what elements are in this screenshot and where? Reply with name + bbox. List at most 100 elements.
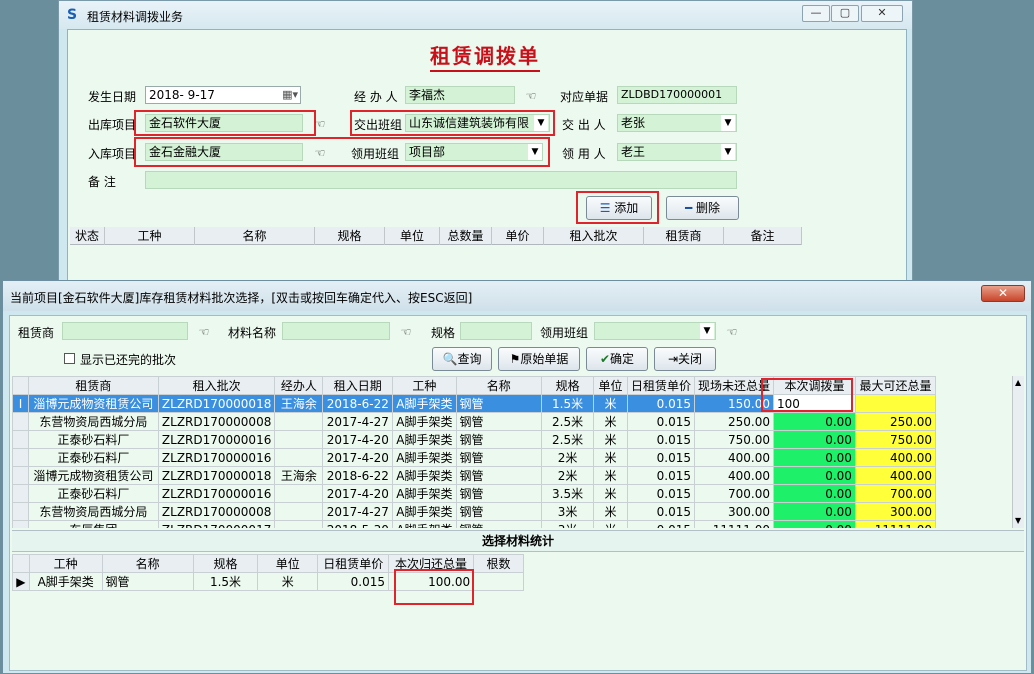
table-cell[interactable]: 0.015: [626, 520, 696, 528]
column-header[interactable]: 备注: [724, 227, 802, 245]
row-marker[interactable]: [12, 502, 29, 521]
table-cell[interactable]: 400.00: [854, 466, 937, 485]
table-cell[interactable]: ZLZRD170000016: [157, 448, 276, 467]
row-marker[interactable]: [12, 466, 29, 485]
table-cell[interactable]: 700.00: [854, 484, 937, 503]
column-header[interactable]: 单位: [385, 227, 440, 245]
table-cell[interactable]: 2018-6-22: [322, 394, 394, 413]
table-cell[interactable]: 淄博元成物资租赁公司: [27, 466, 159, 485]
dialog-close-button[interactable]: ✕: [981, 285, 1025, 302]
table-cell[interactable]: 0.015: [317, 572, 389, 591]
vertical-scrollbar[interactable]: ▲ ▼: [1012, 376, 1024, 528]
ref-field[interactable]: ZLDBD170000001: [617, 86, 737, 104]
table-cell[interactable]: 钢管: [455, 520, 543, 528]
table-cell[interactable]: A脚手架类: [392, 520, 457, 528]
table-cell[interactable]: 米: [593, 502, 628, 521]
minimize-button[interactable]: —: [802, 5, 830, 22]
table-cell[interactable]: 2018-6-22: [322, 466, 394, 485]
show-returned-checkbox[interactable]: [64, 353, 75, 364]
table-cell[interactable]: 2米: [541, 448, 595, 467]
close-button[interactable]: ✕: [861, 5, 903, 22]
hand-person-field[interactable]: 老张: [617, 114, 737, 132]
table-cell[interactable]: 3米: [541, 520, 595, 528]
table-cell[interactable]: A脚手架类: [392, 448, 457, 467]
table-cell[interactable]: 米: [593, 430, 628, 449]
table-row[interactable]: 淄博元成物资租赁公司 ZLZRD170000018 王海余 2018-6-22 A脚手架…: [12, 466, 937, 485]
table-cell[interactable]: A脚手架类: [392, 412, 457, 431]
table-cell[interactable]: 淄博元成物资租赁公司: [27, 394, 159, 413]
table-cell[interactable]: 米: [593, 448, 628, 467]
recv-team-field[interactable]: 项目部: [405, 143, 543, 161]
recv-person-field[interactable]: 老王: [617, 143, 737, 161]
table-cell[interactable]: 东营物资局西城分局: [27, 412, 159, 431]
table-cell[interactable]: 300.00: [694, 502, 775, 521]
column-header[interactable]: 日租赁单价: [317, 554, 389, 573]
table-cell[interactable]: [274, 502, 324, 521]
add-button[interactable]: ☰ 添加: [586, 196, 652, 220]
table-cell[interactable]: [473, 572, 524, 591]
transfer-qty-cell[interactable]: 0.00: [773, 448, 856, 467]
table-row[interactable]: 正泰砂石料厂 ZLZRD170000016 2017-4-20 A脚手架类 钢管 3.5米…: [12, 484, 937, 503]
table-cell[interactable]: ZLZRD170000008: [157, 502, 276, 521]
table-cell[interactable]: 400.00: [694, 448, 775, 467]
table-cell[interactable]: ZLZRD170000018: [157, 466, 276, 485]
spec-input[interactable]: [460, 322, 532, 340]
table-cell[interactable]: 2.5米: [541, 430, 595, 449]
material-input[interactable]: [282, 322, 390, 340]
table-cell[interactable]: A脚手架类: [392, 430, 457, 449]
transfer-qty-cell[interactable]: 0.00: [773, 520, 856, 528]
table-row[interactable]: 东营物资局西城分局 ZLZRD170000008 2017-4-27 A脚手架类 钢管 3…: [12, 502, 937, 521]
table-cell[interactable]: [274, 412, 324, 431]
column-header[interactable]: 规格: [192, 554, 259, 573]
row-marker[interactable]: [12, 430, 29, 449]
table-cell[interactable]: 米: [593, 394, 628, 413]
handler-field[interactable]: 李福杰: [405, 86, 515, 104]
table-cell[interactable]: 2.5米: [541, 412, 595, 431]
table-cell[interactable]: 2017-4-27: [322, 502, 394, 521]
column-header[interactable]: 租赁商: [27, 376, 159, 395]
row-marker[interactable]: [12, 448, 29, 467]
table-cell[interactable]: 0.015: [626, 412, 696, 431]
column-header[interactable]: 租入批次: [544, 227, 644, 245]
team-dropdown-icon[interactable]: ▼: [700, 323, 714, 339]
column-header[interactable]: 单位: [593, 376, 628, 395]
column-header[interactable]: 状态: [70, 227, 105, 245]
table-cell[interactable]: 钢管: [455, 412, 543, 431]
table-cell[interactable]: 王海余: [274, 394, 324, 413]
table-cell[interactable]: 2017-4-20: [322, 430, 394, 449]
table-cell[interactable]: [854, 394, 937, 413]
table-cell[interactable]: 3米: [541, 502, 595, 521]
hand-person-dropdown-icon[interactable]: ▼: [721, 115, 735, 131]
table-cell[interactable]: 750.00: [694, 430, 775, 449]
table-cell[interactable]: 250.00: [694, 412, 775, 431]
lessor-lookup-icon[interactable]: ☜: [194, 324, 214, 340]
close-dialog-button[interactable]: ⇥关闭: [654, 347, 716, 371]
column-header[interactable]: 规格: [315, 227, 385, 245]
team-lookup-icon[interactable]: ☜: [722, 324, 742, 340]
transfer-qty-cell[interactable]: 0.00: [773, 502, 856, 521]
table-cell[interactable]: 0.015: [626, 502, 696, 521]
table-cell[interactable]: 正泰砂石料厂: [27, 448, 159, 467]
scroll-up-icon[interactable]: ▲: [1015, 378, 1021, 387]
column-header[interactable]: 根数: [473, 554, 524, 573]
table-cell[interactable]: 钢管: [455, 430, 543, 449]
table-cell[interactable]: 0.015: [626, 448, 696, 467]
hand-team-dropdown-icon[interactable]: ▼: [534, 115, 548, 131]
table-row[interactable]: 正泰砂石料厂 ZLZRD170000016 2017-4-20 A脚手架类 钢管 2.5米…: [12, 430, 937, 449]
table-cell[interactable]: 1.5米: [541, 394, 595, 413]
hand-team-field[interactable]: 山东诚信建筑装饰有限: [405, 114, 550, 132]
date-field[interactable]: 2018- 9-17 ▦▾: [145, 86, 301, 104]
table-cell[interactable]: 0.015: [626, 466, 696, 485]
table-cell[interactable]: [274, 430, 324, 449]
table-cell[interactable]: 2018-5-30: [322, 520, 394, 528]
table-cell[interactable]: [274, 520, 324, 528]
table-cell[interactable]: 2米: [541, 466, 595, 485]
table-cell[interactable]: 王海余: [274, 466, 324, 485]
row-marker[interactable]: [12, 484, 29, 503]
column-header[interactable]: 单位: [257, 554, 319, 573]
table-cell[interactable]: A脚手架类: [392, 394, 457, 413]
column-header[interactable]: 名称: [101, 554, 194, 573]
table-cell[interactable]: 正泰砂石料厂: [27, 430, 159, 449]
delete-button[interactable]: ━ 删除: [666, 196, 739, 220]
table-row[interactable]: 正泰砂石料厂 ZLZRD170000016 2017-4-20 A脚手架类 钢管 2米米 0…: [12, 448, 937, 467]
